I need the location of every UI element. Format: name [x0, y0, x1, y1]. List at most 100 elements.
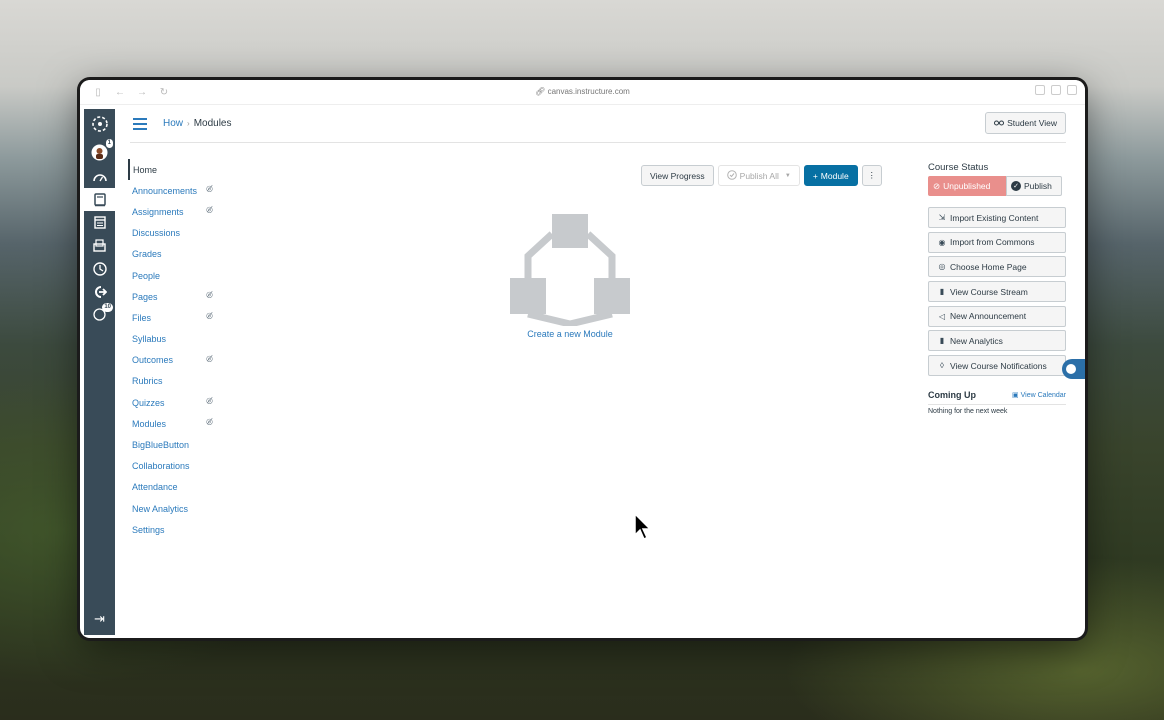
new-analytics-button[interactable]: ▮ New Analytics — [928, 330, 1066, 352]
history-clock-icon[interactable] — [84, 257, 115, 280]
collapse-nav-icon[interactable]: ⇥ — [84, 611, 115, 627]
view-calendar-label: View Calendar — [1020, 391, 1066, 399]
target-icon: ◎ — [938, 262, 946, 272]
course-nav-label: New Analytics — [132, 503, 189, 514]
breadcrumb-course-link[interactable]: How — [163, 118, 183, 129]
course-nav-label: Discussions — [132, 228, 181, 239]
choose-home-page-button[interactable]: ◎ Choose Home Page — [928, 256, 1066, 278]
course-nav-bigbluebutton[interactable]: BigBlueButton — [128, 434, 248, 455]
course-nav-home[interactable]: Home — [128, 159, 248, 181]
bar-chart-icon: ▮ — [939, 336, 945, 346]
add-module-button[interactable]: + Module — [803, 165, 858, 186]
unpublished-button[interactable]: ⊘ Unpublished — [928, 176, 1006, 196]
course-nav-settings[interactable]: Settings — [128, 519, 248, 540]
view-calendar-link[interactable]: ▣ View Calendar — [1011, 391, 1066, 400]
browser-window: ▯ ← → ↻ 🔗︎ canvas.instructure.com 1 10 ⇥… — [80, 80, 1085, 638]
breadcrumb: How › Modules — [163, 118, 232, 129]
courses-book-icon[interactable] — [84, 188, 115, 211]
mouse-pointer-icon — [634, 513, 652, 541]
calendar-icon[interactable] — [84, 211, 115, 234]
course-nav-label: Rubrics — [132, 376, 163, 387]
create-module-link[interactable]: Create a new Module — [510, 329, 630, 339]
calendar-icon: ▣ — [1011, 392, 1019, 399]
course-nav-label: Assignments — [132, 206, 184, 217]
bar-chart-icon: ▮ — [939, 287, 945, 297]
course-nav-discussions[interactable]: Discussions — [128, 223, 248, 244]
dashboard-icon[interactable] — [84, 165, 115, 188]
unpublished-label: Unpublished — [943, 181, 991, 191]
course-nav-label: People — [132, 270, 161, 281]
course-nav-label: Modules — [132, 418, 167, 429]
course-nav-announcements[interactable]: Announcements ◎̸ — [128, 180, 248, 201]
course-nav-grades[interactable]: Grades — [128, 244, 248, 265]
extension-icon-2[interactable] — [1051, 85, 1061, 95]
coming-up-title: Coming Up — [928, 390, 976, 400]
hidden-eye-icon: ◎̸ — [206, 353, 213, 363]
inbox-icon[interactable] — [84, 234, 115, 257]
avatar-icon[interactable]: 1 — [84, 139, 115, 165]
commons-icon: ◉ — [938, 237, 946, 247]
sidebar-button-label: View Course Notifications — [950, 360, 1047, 371]
course-nav-label: Files — [132, 312, 152, 323]
course-status-title: Course Status — [928, 162, 989, 173]
coming-up-section: Coming Up ▣ View Calendar Nothing for th… — [928, 390, 1066, 415]
import-existing-content-button[interactable]: ⇲ Import Existing Content — [928, 207, 1066, 228]
new-announcement-button[interactable]: ◁ New Announcement — [928, 305, 1066, 327]
hidden-eye-icon: ◎̸ — [206, 290, 213, 300]
tabs-overview-icon[interactable] — [1067, 85, 1077, 95]
course-nav-collaborations[interactable]: Collaborations — [128, 456, 248, 477]
publish-button[interactable]: ✓ Publish — [1006, 176, 1062, 196]
course-nav-people[interactable]: People — [128, 265, 248, 286]
course-header: How › Modules Student View — [130, 110, 1066, 143]
help-icon[interactable]: 10 — [84, 303, 115, 326]
unpublished-icon: ⊘ — [933, 180, 941, 191]
import-from-commons-button[interactable]: ◉ Import from Commons — [928, 231, 1066, 253]
sidebar-button-label: New Announcement — [950, 311, 1027, 322]
hidden-eye-icon: ◎̸ — [206, 396, 213, 406]
url-text: canvas.instructure.com — [547, 87, 630, 96]
commons-icon[interactable] — [84, 280, 115, 303]
breadcrumb-current-page: Modules — [193, 118, 232, 129]
hidden-eye-icon: ◎̸ — [206, 205, 213, 215]
view-course-stream-button[interactable]: ▮ View Course Stream — [928, 281, 1066, 303]
check-circle-icon — [726, 169, 737, 182]
hamburger-menu-icon[interactable] — [133, 118, 147, 130]
megaphone-icon: ◁ — [938, 311, 946, 321]
breadcrumb-separator: › — [187, 119, 190, 128]
sidebar-button-label: New Analytics — [950, 335, 1003, 346]
course-nav-label: BigBlueButton — [132, 440, 190, 451]
student-view-button[interactable]: Student View — [985, 112, 1066, 134]
extension-icon[interactable] — [1035, 85, 1045, 95]
caret-down-icon: ▼ — [784, 172, 791, 179]
view-course-notifications-button[interactable]: ◊ View Course Notifications — [928, 355, 1066, 377]
hidden-eye-icon: ◎̸ — [206, 417, 213, 427]
course-nav-rubrics[interactable]: Rubrics — [128, 371, 248, 392]
course-nav-label: Syllabus — [132, 334, 167, 345]
course-nav-label: Announcements — [132, 185, 198, 196]
address-bar[interactable]: 🔗︎ canvas.instructure.com — [80, 87, 1085, 96]
view-progress-button[interactable]: View Progress — [641, 165, 714, 186]
course-nav-quizzes[interactable]: Quizzes ◎̸ — [128, 392, 248, 413]
hidden-eye-icon: ◎̸ — [206, 184, 213, 194]
course-navigation: Home Announcements ◎̸ Assignments ◎̸ Discu… — [128, 159, 248, 540]
add-module-label: Module — [820, 170, 849, 181]
course-nav-files[interactable]: Files ◎̸ — [128, 307, 248, 328]
course-nav-label: Attendance — [132, 482, 178, 493]
course-nav-attendance[interactable]: Attendance — [128, 477, 248, 498]
global-navigation: 1 10 ⇥ — [84, 109, 115, 635]
course-nav-label: Pages — [132, 291, 158, 302]
course-nav-assignments[interactable]: Assignments ◎̸ — [128, 201, 248, 222]
course-nav-outcomes[interactable]: Outcomes ◎̸ — [128, 350, 248, 371]
course-nav-syllabus[interactable]: Syllabus — [128, 329, 248, 350]
empty-modules-illustration — [510, 212, 630, 328]
coming-up-empty-text: Nothing for the next week — [928, 408, 1008, 415]
view-progress-label: View Progress — [650, 170, 705, 181]
browser-toolbar: ▯ ← → ↻ 🔗︎ canvas.instructure.com — [80, 80, 1085, 105]
more-options-icon[interactable]: ⋮ — [861, 165, 882, 186]
course-nav-pages[interactable]: Pages ◎̸ — [128, 286, 248, 307]
publish-all-button[interactable]: Publish All ▼ — [717, 165, 800, 186]
course-nav-new-analytics[interactable]: New Analytics — [128, 498, 248, 519]
canvas-logo-icon[interactable] — [84, 109, 115, 139]
feedback-tab[interactable] — [1062, 359, 1085, 379]
course-nav-modules[interactable]: Modules ◎̸ — [128, 413, 248, 434]
